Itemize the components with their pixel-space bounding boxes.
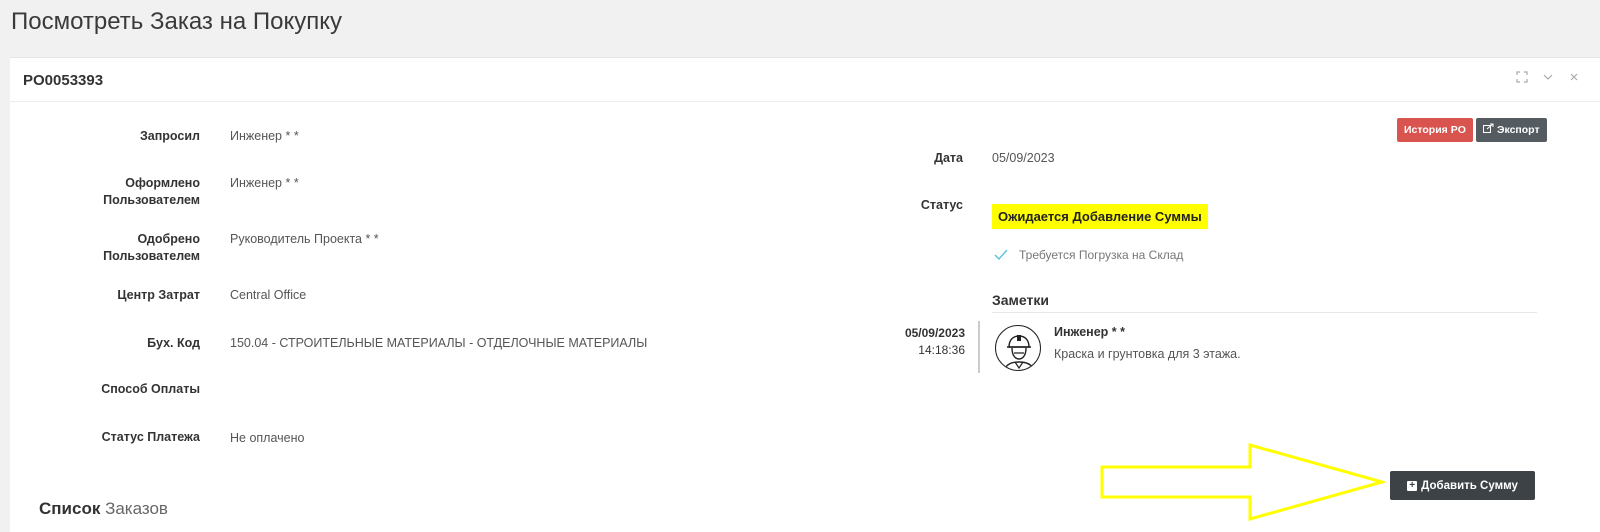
date-value: 05/09/2023 — [992, 151, 1055, 165]
note-date: 05/09/2023 — [904, 326, 965, 340]
arrow-annotation-icon — [1100, 443, 1385, 521]
payment-status-label: Статус Платежа — [101, 430, 200, 444]
note-time: 14:18:36 — [918, 343, 965, 357]
chevron-down-icon[interactable] — [1542, 71, 1554, 86]
page-title: Посмотреть Заказ на Покупку — [11, 8, 342, 35]
add-amount-label: Добавить Сумму — [1421, 479, 1518, 492]
warehouse-check: Требуется Погрузка на Склад — [993, 247, 1183, 263]
po-panel: PO0053393 Запросил Инженер * * Оформлено… — [10, 57, 1600, 532]
panel-header: PO0053393 — [10, 58, 1600, 102]
plus-square-icon: + — [1407, 480, 1418, 491]
requested-value: Инженер * * — [230, 129, 299, 143]
checkmark-icon — [993, 247, 1009, 263]
account-code-label: Бух. Код — [147, 336, 200, 350]
payment-method-label: Способ Оплаты — [101, 382, 200, 396]
requested-label: Запросил — [139, 129, 200, 143]
account-code-value: 150.04 - СТРОИТЕЛЬНЫЕ МАТЕРИАЛЫ - ОТДЕЛО… — [230, 336, 648, 350]
close-icon[interactable] — [1568, 71, 1580, 86]
export-label: Экспорт — [1497, 124, 1540, 136]
date-label: Дата — [934, 151, 963, 165]
note-author: Инженер * * — [1054, 325, 1125, 339]
cost-center-label: Центр Затрат — [117, 288, 200, 302]
expand-icon[interactable] — [1516, 71, 1528, 86]
issued-by-value: Инженер * * — [230, 176, 299, 190]
notes-title: Заметки — [992, 292, 1049, 308]
payment-status-value: Не оплачено — [230, 431, 305, 445]
status-badge: Ожидается Добавление Суммы — [992, 204, 1208, 229]
issued-by-label-line1: Оформлено — [125, 176, 200, 190]
cost-center-value: Central Office — [230, 288, 307, 302]
orders-heading-light: Заказов — [105, 499, 168, 518]
po-history-button[interactable]: История PO — [1397, 118, 1473, 142]
orders-heading-bold: Список — [39, 499, 101, 518]
approved-by-label: Одобрено Пользователем — [80, 231, 200, 265]
panel-tools — [1516, 71, 1580, 86]
engineer-avatar-icon — [995, 325, 1041, 371]
note-text: Краска и грунтовка для 3 этажа. — [1054, 347, 1241, 361]
warehouse-note: Требуется Погрузка на Склад — [1019, 248, 1184, 262]
approved-by-label-line1: Одобрено — [137, 232, 200, 246]
approved-by-value: Руководитель Проекта * * — [230, 232, 379, 246]
status-label: Статус — [920, 198, 963, 212]
orders-list-heading: Список Заказов — [39, 499, 168, 519]
issued-by-label: Оформлено Пользователем — [80, 175, 200, 209]
note-timestamp: 05/09/2023 14:18:36 — [870, 325, 965, 359]
share-icon — [1483, 118, 1494, 142]
issued-by-label-line2: Пользователем — [103, 193, 200, 207]
add-amount-button[interactable]: + Добавить Сумму — [1390, 471, 1535, 500]
export-button[interactable]: Экспорт — [1476, 118, 1547, 142]
po-number: PO0053393 — [23, 72, 104, 89]
notes-divider — [992, 312, 1537, 313]
approved-by-label-line2: Пользователем — [103, 249, 200, 263]
note-timeline-bar — [978, 321, 980, 373]
